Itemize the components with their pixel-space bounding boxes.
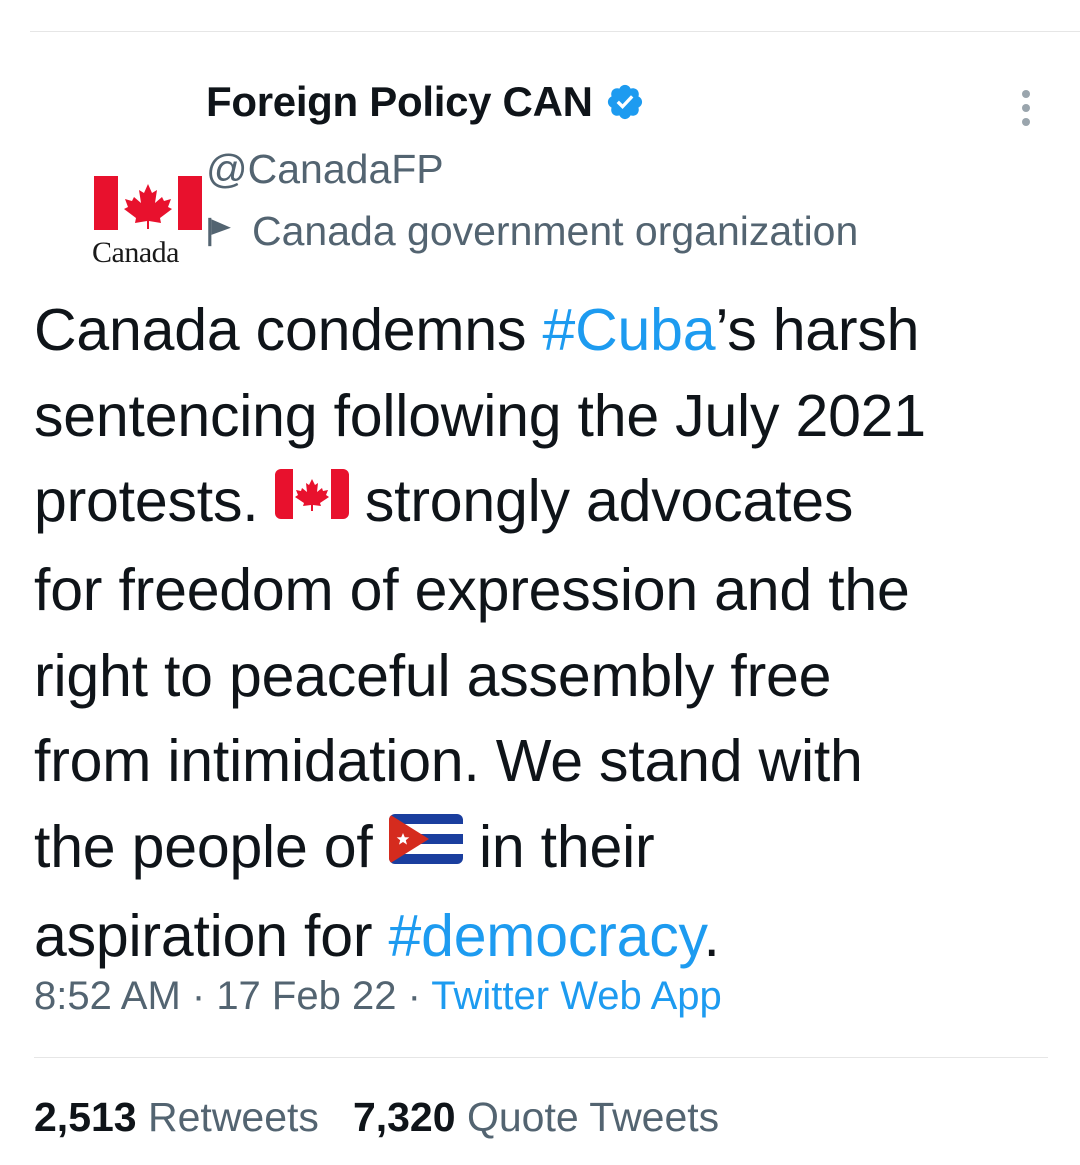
account-handle[interactable]: @CanadaFP bbox=[206, 146, 444, 193]
cuba-flag-emoji-icon bbox=[388, 802, 463, 888]
tweet-text-run: sentencing following the July 2021 bbox=[34, 382, 926, 449]
tweet-text-run: from intimidation. We stand with bbox=[34, 728, 863, 795]
tweet-line: sentencing following the July 2021 bbox=[34, 374, 1064, 460]
hashtag-link[interactable]: #democracy bbox=[388, 903, 703, 969]
quote-tweets-count: 7,320 bbox=[352, 1094, 456, 1140]
tweet-line: Canada condemns #Cuba’s harsh bbox=[34, 288, 1064, 374]
tweet-text-run: ’s harsh bbox=[715, 297, 920, 363]
canada-flag-emoji-icon bbox=[274, 457, 349, 543]
tweet-text-run: strongly advocates bbox=[348, 468, 854, 534]
tweet-line: right to peaceful assembly free bbox=[34, 634, 1064, 720]
retweets-stat[interactable]: 2,513 Retweets bbox=[34, 1094, 319, 1140]
hashtag-link[interactable]: #Cuba bbox=[542, 297, 715, 363]
tweet-text-run: in their bbox=[462, 813, 655, 880]
tweet-line: for freedom of expression and the bbox=[34, 548, 1064, 634]
canada-flag-logo-icon bbox=[94, 176, 202, 230]
tweet-line: protests. strongly advocates bbox=[34, 459, 1064, 548]
stats-divider bbox=[34, 1057, 1048, 1058]
quote-tweets-stat[interactable]: 7,320 Quote Tweets bbox=[353, 1094, 719, 1140]
tweet-text-run: for freedom of expression and the bbox=[34, 557, 910, 624]
affiliation-text: Canada government organization bbox=[252, 208, 859, 254]
tweet-line: the people of in their bbox=[34, 805, 1064, 894]
tweet-line: aspiration for #democracy. bbox=[34, 894, 1064, 980]
name-row: Foreign Policy CAN bbox=[206, 78, 645, 126]
retweets-count: 2,513 bbox=[34, 1094, 137, 1140]
tweet-meta: 8:52 AM · 17 Feb 22 · Twitter Web App bbox=[34, 974, 722, 1019]
meta-separator: · bbox=[396, 974, 432, 1018]
tweet-text-run: the people of bbox=[34, 813, 389, 880]
tweet-time[interactable]: 8:52 AM bbox=[34, 974, 181, 1018]
more-options-icon[interactable] bbox=[1014, 86, 1038, 136]
retweets-label: Retweets bbox=[148, 1094, 319, 1140]
tweet-date[interactable]: 17 Feb 22 bbox=[216, 974, 396, 1018]
tweet-text-run: right to peaceful assembly free bbox=[34, 642, 832, 709]
verified-badge-icon bbox=[607, 84, 642, 120]
tweet-source-link[interactable]: Twitter Web App bbox=[431, 974, 722, 1018]
tweet-stats: 2,513 Retweets 7,320 Quote Tweets bbox=[34, 1094, 719, 1141]
canada-wordmark: Canada bbox=[92, 236, 179, 269]
tweet-text: Canada condemns #Cuba’s harsh sentencing … bbox=[34, 288, 1064, 979]
tweet-text-run: Canada condemns bbox=[34, 297, 543, 363]
profile-avatar[interactable]: Canada bbox=[44, 86, 202, 269]
top-divider bbox=[30, 31, 1080, 32]
tweet-text-run: aspiration for bbox=[34, 902, 389, 969]
display-name[interactable]: Foreign Policy CAN bbox=[206, 78, 593, 126]
tweet-text-run: . bbox=[703, 902, 720, 969]
flag-icon bbox=[208, 217, 231, 246]
tweet-line: from intimidation. We stand with bbox=[34, 719, 1064, 805]
quote-tweets-label: Quote Tweets bbox=[466, 1094, 720, 1140]
meta-separator: · bbox=[180, 974, 217, 1018]
tweet-text-run: protests. bbox=[34, 468, 275, 534]
affiliation-label: Canada government organization bbox=[204, 208, 858, 255]
